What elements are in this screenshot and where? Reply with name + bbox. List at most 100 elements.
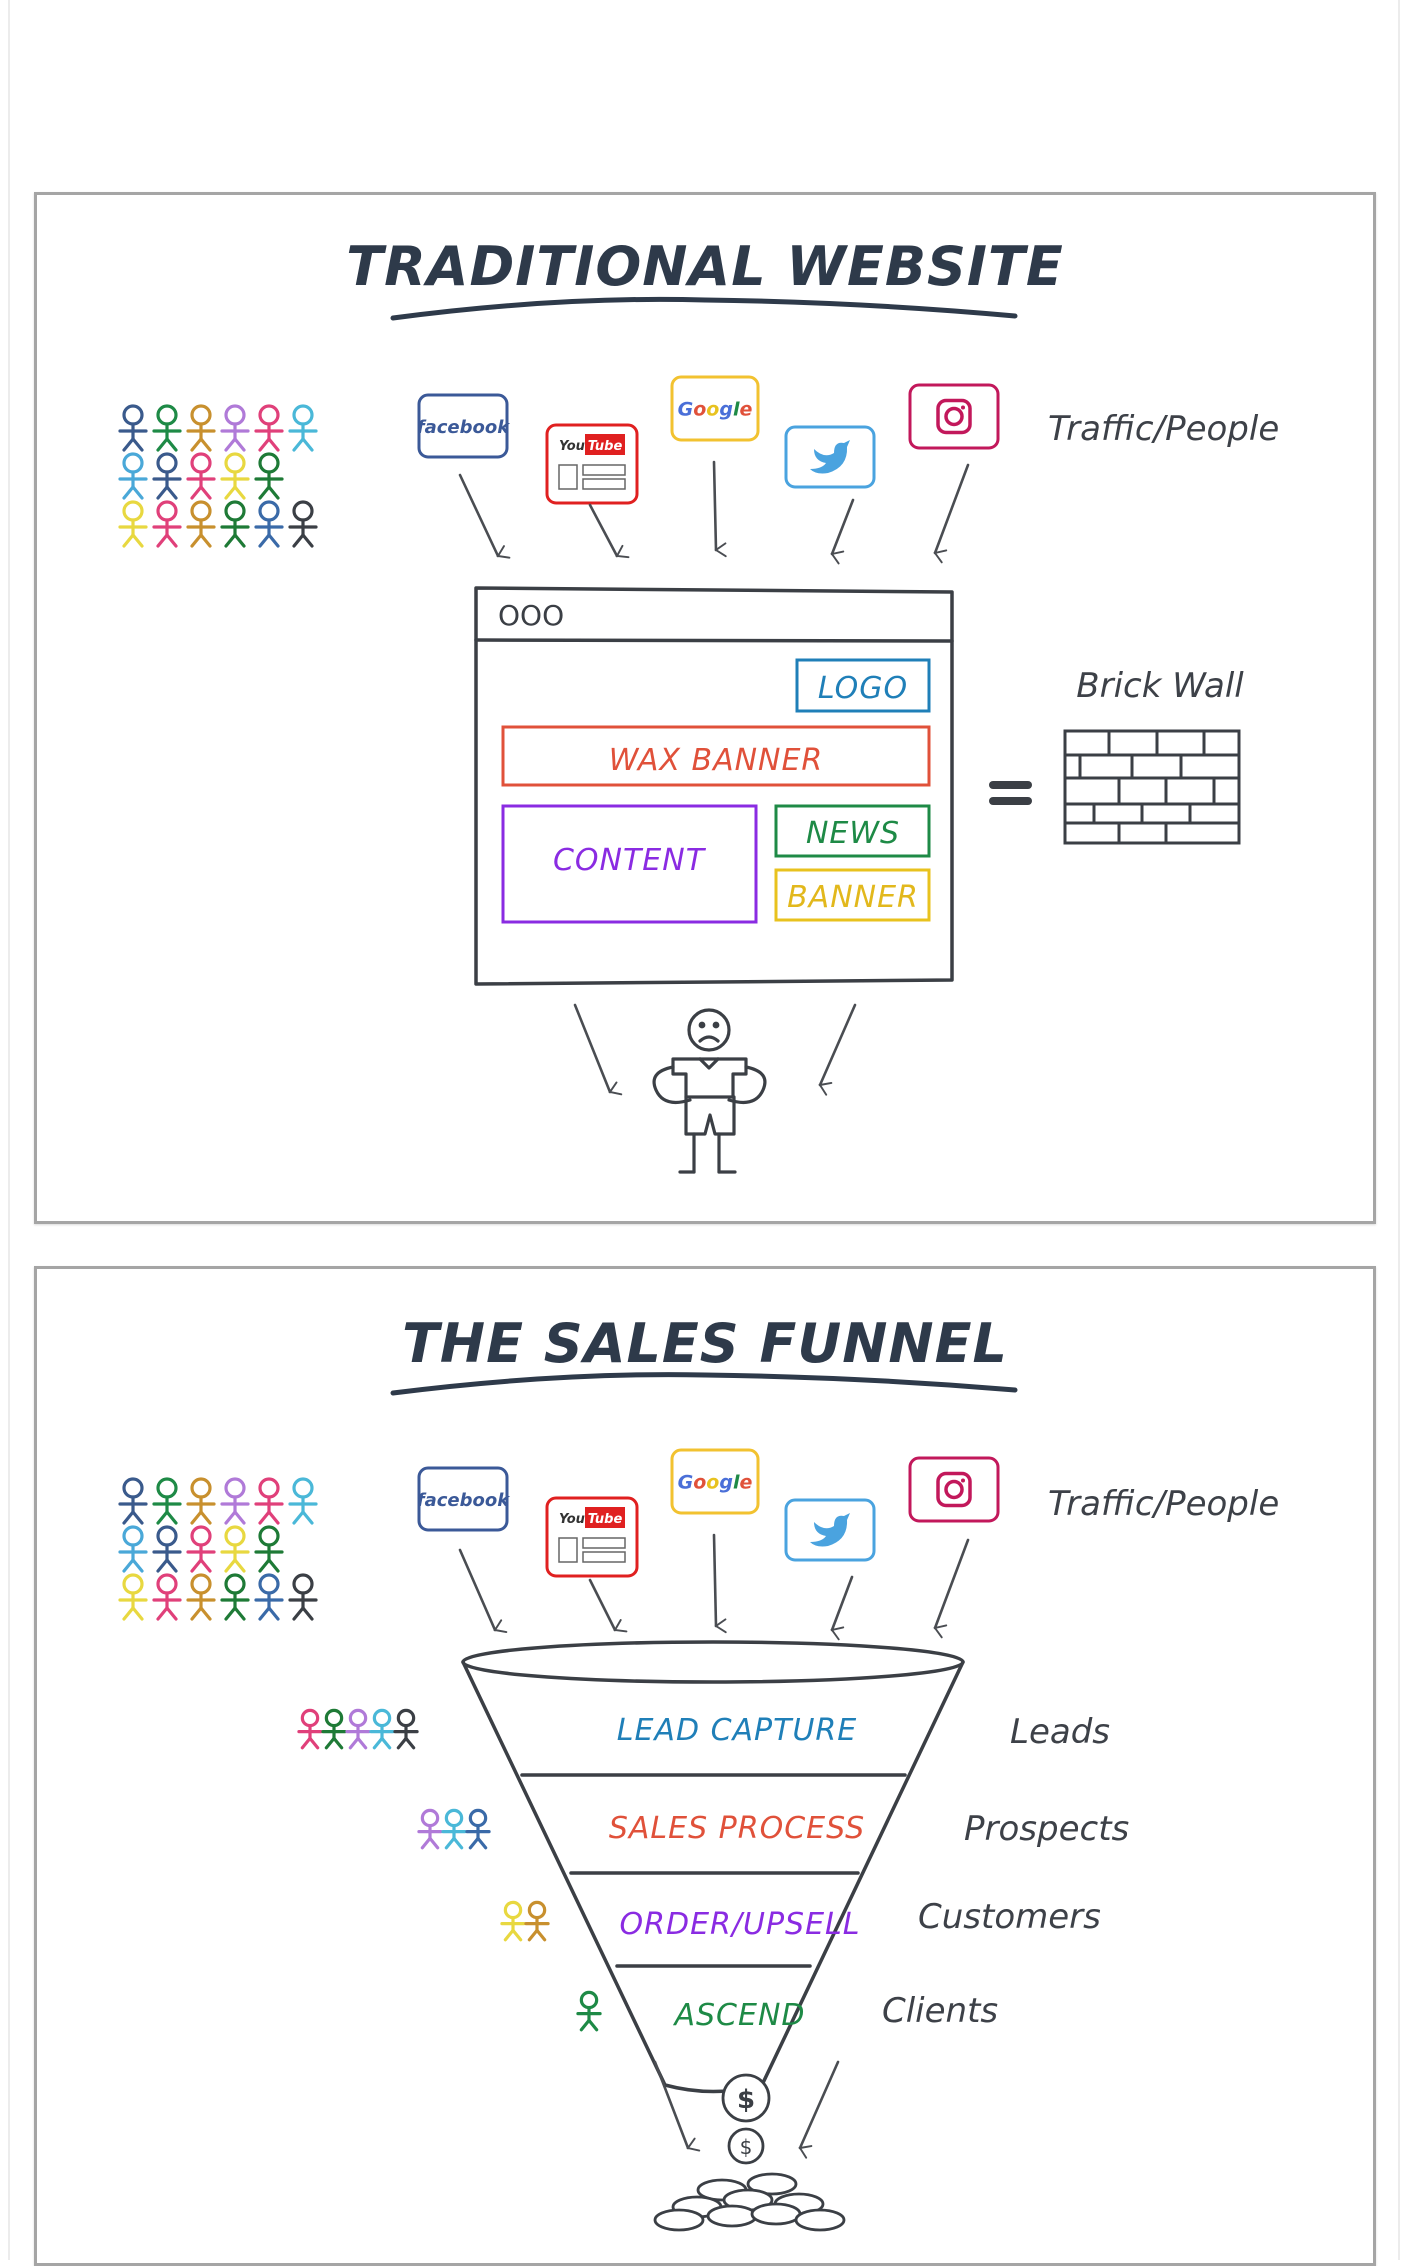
arrow-icon — [832, 498, 855, 554]
window-dots-icon: OOO — [498, 599, 564, 632]
diagram-canvas: TRADITIONAL WEBSITE facebookYou TubeGoogl… — [118, 235, 1279, 2232]
arrow-icon — [712, 1533, 716, 1626]
arrow-icon — [832, 1575, 854, 1630]
person-icon — [465, 1808, 491, 1850]
person-icon — [220, 1477, 250, 1525]
arrow-icon — [935, 463, 970, 553]
arrow-icon — [588, 1578, 615, 1630]
facebook-icon: facebook — [417, 1466, 510, 1532]
person-icon — [254, 1525, 284, 1573]
equals-icon — [989, 781, 1032, 805]
person-icon — [118, 1525, 148, 1573]
traffic-sources: facebook You Tube Google — [417, 1448, 1000, 1578]
youtube-icon: You Tube — [545, 423, 639, 505]
person-icon — [220, 452, 250, 500]
content-label: CONTENT — [553, 843, 707, 878]
person-icon — [524, 1900, 550, 1942]
traffic-arrows — [458, 1533, 970, 1630]
banner-label: BANNER — [787, 880, 919, 915]
arrow-icon — [458, 1548, 495, 1630]
person-icon — [321, 1708, 347, 1750]
traditional-section: TRADITIONAL WEBSITE facebook You Tube Googl… — [118, 235, 1279, 1174]
traffic-arrows — [458, 460, 970, 556]
brick-wall-icon — [1063, 729, 1241, 845]
instagram-icon — [908, 1456, 1000, 1523]
person-icon — [288, 1573, 318, 1621]
funnel-section: THE SALES FUNNEL facebook You Tube Google T… — [118, 1312, 1279, 2232]
person-icon — [288, 500, 318, 548]
title-underline — [390, 1372, 1018, 1396]
dollar-sign: $ — [737, 2085, 755, 2115]
title-underline — [390, 296, 1018, 321]
person-icon — [118, 1573, 148, 1621]
youtube-icon: You Tube — [545, 1496, 639, 1578]
person-icon — [118, 452, 148, 500]
person-icon — [576, 1990, 602, 2032]
person-icon — [186, 452, 216, 500]
person-icon — [288, 404, 318, 452]
svg-text:Tube: Tube — [588, 439, 623, 454]
instagram-icon — [908, 383, 1000, 450]
person-icon — [254, 1573, 284, 1621]
crowd-people — [118, 404, 318, 548]
twitter-icon — [784, 1498, 876, 1562]
crowd-people — [118, 1477, 318, 1621]
traffic-people-label: Traffic/People — [1048, 1484, 1279, 1524]
svg-text:facebook: facebook — [417, 1490, 510, 1511]
person-icon — [254, 500, 284, 548]
svg-text:You: You — [559, 1512, 585, 1527]
person-icon — [152, 500, 182, 548]
outcome-prospects: Prospects — [964, 1809, 1129, 1849]
person-icon — [254, 404, 284, 452]
person-icon — [220, 1573, 250, 1621]
person-icon — [152, 1525, 182, 1573]
facebook-icon: facebook — [417, 393, 510, 459]
google-icon: Google — [670, 1448, 760, 1515]
person-icon — [152, 452, 182, 500]
brick-wall-label: Brick Wall — [1076, 666, 1244, 706]
stage-ascend: ASCEND — [672, 1998, 805, 2033]
google-icon: Google — [670, 375, 760, 442]
outcome-leads: Leads — [1010, 1712, 1110, 1752]
arrow-icon — [712, 460, 716, 550]
svg-text:facebook: facebook — [417, 417, 510, 438]
outcome-customers: Customers — [918, 1897, 1101, 1937]
arrow-icon — [800, 2060, 840, 2148]
arrow-icon — [588, 503, 617, 556]
person-icon — [441, 1808, 467, 1850]
traffic-people-label: Traffic/People — [1048, 409, 1279, 449]
wax-banner-label: WAX BANNER — [609, 743, 824, 778]
person-icon — [186, 404, 216, 452]
stage-lead-capture: LEAD CAPTURE — [617, 1713, 857, 1748]
person-icon — [152, 404, 182, 452]
coins-icon: $ $ — [653, 2073, 846, 2232]
person-icon — [254, 452, 284, 500]
stage-people — [297, 1708, 602, 2032]
twitter-icon — [784, 425, 876, 489]
person-icon — [345, 1708, 371, 1750]
person-icon — [288, 1477, 318, 1525]
browser-window: OOO LOGO WAX BANNER CONTENT NEWS BANNER — [474, 586, 954, 986]
person-icon — [152, 1573, 182, 1621]
person-icon — [186, 500, 216, 548]
arrow-icon — [653, 2060, 688, 2148]
person-icon — [369, 1708, 395, 1750]
svg-text:You: You — [559, 439, 585, 454]
dollar-sign: $ — [740, 2135, 753, 2159]
person-icon — [220, 404, 250, 452]
person-icon — [118, 1477, 148, 1525]
stage-sales-process: SALES PROCESS — [609, 1811, 865, 1846]
outcome-clients: Clients — [882, 1991, 998, 2031]
person-icon — [118, 404, 148, 452]
stage-order-upsell: ORDER/UPSELL — [620, 1907, 861, 1942]
arrow-icon — [573, 1003, 610, 1092]
sad-person-icon — [652, 1008, 767, 1174]
traditional-title: TRADITIONAL WEBSITE — [346, 235, 1063, 298]
person-icon — [220, 500, 250, 548]
person-icon — [220, 1525, 250, 1573]
person-icon — [393, 1708, 419, 1750]
person-icon — [186, 1477, 216, 1525]
svg-text:Google: Google — [678, 1472, 753, 1494]
funnel-rim — [461, 1640, 965, 1684]
news-label: NEWS — [806, 816, 900, 851]
